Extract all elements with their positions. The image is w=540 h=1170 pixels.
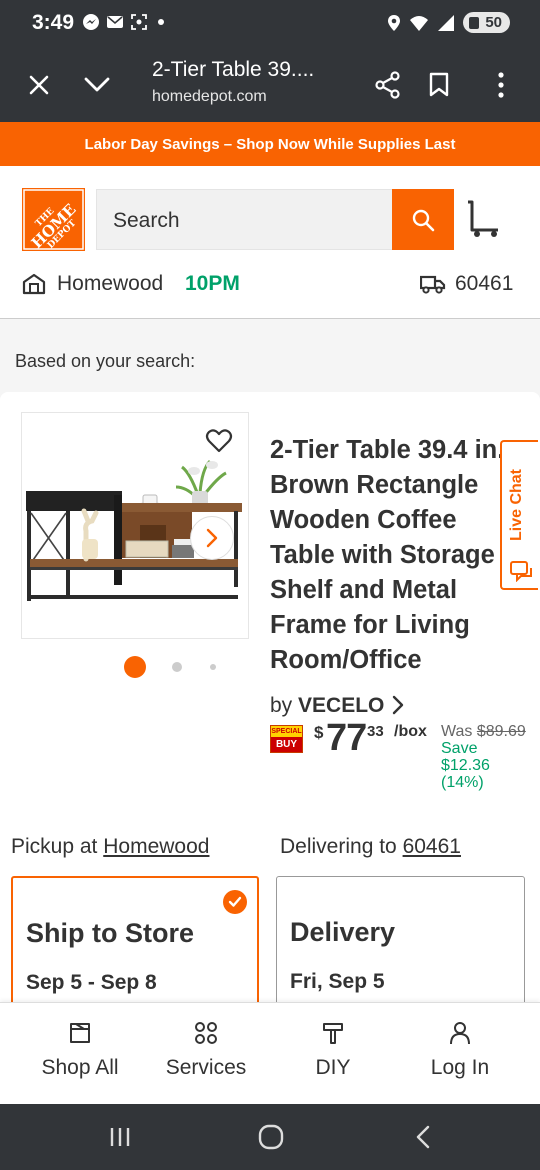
was-price: Was $89.69 bbox=[441, 723, 526, 740]
nav-diy[interactable]: DIY bbox=[268, 1003, 398, 1105]
live-chat-tab[interactable]: Live Chat bbox=[500, 440, 538, 590]
page-url[interactable]: homedepot.com bbox=[152, 88, 267, 106]
bottom-navigation: Shop All Services DIY Log In bbox=[0, 1002, 540, 1104]
system-navigation-bar bbox=[0, 1104, 540, 1170]
carousel-dot[interactable] bbox=[210, 664, 216, 670]
search-box bbox=[96, 189, 392, 250]
recent-apps-button[interactable] bbox=[100, 1122, 140, 1152]
more-vertical-icon bbox=[498, 72, 504, 98]
store-name[interactable]: Homewood bbox=[57, 272, 163, 296]
status-bar: 3:49 50 bbox=[0, 0, 540, 48]
nav-log-in[interactable]: Log In bbox=[395, 1003, 525, 1105]
delivery-location: Delivering to 60461 bbox=[280, 835, 461, 858]
notification-icons bbox=[82, 13, 164, 31]
wifi-icon bbox=[410, 15, 429, 31]
close-button[interactable] bbox=[14, 60, 64, 110]
zip-code[interactable]: 60461 bbox=[455, 272, 513, 296]
nav-shop-all-label: Shop All bbox=[41, 1056, 119, 1079]
promo-banner[interactable]: Labor Day Savings – Shop Now While Suppl… bbox=[0, 122, 540, 166]
special-buy-badge: SPECIAL BUY bbox=[270, 725, 303, 753]
cart-button[interactable] bbox=[464, 196, 504, 240]
share-icon bbox=[375, 71, 400, 99]
battery-indicator: 50 bbox=[463, 12, 510, 33]
ship-to-store-title: Ship to Store bbox=[26, 918, 194, 948]
search-button[interactable] bbox=[392, 189, 454, 250]
chevron-right-icon bbox=[393, 695, 404, 715]
image-carousel-dots bbox=[124, 656, 234, 678]
search-input[interactable] bbox=[113, 207, 383, 235]
carousel-dot[interactable] bbox=[172, 662, 182, 672]
pickup-store-link[interactable]: Homewood bbox=[103, 835, 209, 858]
collapse-button[interactable] bbox=[72, 60, 122, 110]
location-icon bbox=[388, 14, 401, 31]
chevron-down-icon bbox=[84, 77, 110, 92]
home-circle-icon bbox=[258, 1124, 284, 1150]
price-currency: $ bbox=[314, 723, 324, 742]
store-icon bbox=[22, 273, 46, 295]
delivery-title: Delivery bbox=[290, 917, 396, 947]
more-options-button[interactable] bbox=[476, 60, 526, 110]
chat-icon bbox=[510, 561, 532, 582]
product-title[interactable]: 2-Tier Table 39.4 in. Brown Rectangle Wo… bbox=[270, 433, 508, 678]
close-icon bbox=[29, 75, 49, 95]
nav-diy-label: DIY bbox=[315, 1056, 351, 1079]
system-icons: 50 bbox=[387, 12, 510, 33]
promo-text: Labor Day Savings – Shop Now While Suppl… bbox=[84, 135, 456, 153]
bookmark-button[interactable] bbox=[414, 60, 464, 110]
bookmark-icon bbox=[429, 72, 449, 97]
nav-shop-all[interactable]: Shop All bbox=[15, 1003, 145, 1105]
checkmark-icon bbox=[228, 896, 242, 907]
shop-all-icon bbox=[70, 1023, 90, 1043]
nav-services-label: Services bbox=[165, 1056, 247, 1079]
price-unit: /box bbox=[394, 723, 427, 740]
recent-apps-icon bbox=[110, 1128, 130, 1146]
ship-to-store-date: Sep 5 - Sep 8 bbox=[26, 971, 157, 994]
home-depot-logo[interactable]: THE HOME DEPOT bbox=[22, 188, 85, 251]
brand-link[interactable]: by VECELO bbox=[270, 694, 404, 718]
more-notifications-dot bbox=[158, 19, 164, 25]
heart-icon bbox=[205, 429, 233, 453]
user-icon bbox=[450, 1022, 470, 1045]
store-hours[interactable]: 10PM bbox=[185, 272, 240, 296]
cart-icon bbox=[468, 200, 498, 237]
delivery-date: Fri, Sep 5 bbox=[290, 970, 385, 993]
favorite-button[interactable] bbox=[205, 428, 233, 459]
delivery-zip-link[interactable]: 60461 bbox=[403, 835, 461, 858]
search-icon bbox=[412, 209, 435, 231]
nav-services[interactable]: Services bbox=[141, 1003, 271, 1105]
delivery-option[interactable]: Delivery Fri, Sep 5 bbox=[276, 876, 525, 1006]
next-image-button[interactable] bbox=[190, 516, 234, 560]
ship-to-store-option[interactable]: Ship to Store Sep 5 - Sep 8 bbox=[11, 876, 259, 1006]
nav-log-in-label: Log In bbox=[430, 1056, 490, 1079]
selected-check bbox=[223, 890, 247, 914]
delivery-truck-icon bbox=[420, 275, 446, 294]
mail-icon bbox=[107, 16, 123, 28]
live-chat-label: Live Chat bbox=[508, 469, 525, 542]
back-button[interactable] bbox=[403, 1122, 443, 1152]
signal-icon bbox=[438, 14, 455, 31]
messenger-icon bbox=[83, 14, 99, 30]
store-and-zip-bar: Homewood 10PM 60461 bbox=[22, 270, 518, 300]
price-dollars: 77 bbox=[326, 717, 367, 759]
price-cents: 33 bbox=[367, 723, 384, 740]
share-button[interactable] bbox=[363, 60, 413, 110]
back-chevron-icon bbox=[416, 1125, 430, 1149]
status-time: 3:49 bbox=[32, 11, 75, 34]
brand-prefix: by bbox=[270, 694, 293, 717]
search-context-label: Based on your search: bbox=[15, 351, 196, 371]
home-button[interactable] bbox=[251, 1122, 291, 1152]
screenshot-icon bbox=[131, 14, 147, 30]
carousel-dot-active[interactable] bbox=[124, 656, 146, 678]
hammer-icon bbox=[323, 1023, 343, 1044]
savings-text: Save $12.36 (14%) bbox=[441, 740, 490, 791]
chevron-right-icon bbox=[206, 528, 218, 548]
pickup-location: Pickup at Homewood bbox=[11, 835, 210, 858]
page-title: 2-Tier Table 39.... bbox=[152, 58, 315, 81]
brand-name: VECELO bbox=[298, 694, 385, 717]
services-icon bbox=[195, 1022, 217, 1044]
browser-toolbar: 2-Tier Table 39.... homedepot.com bbox=[0, 48, 540, 122]
